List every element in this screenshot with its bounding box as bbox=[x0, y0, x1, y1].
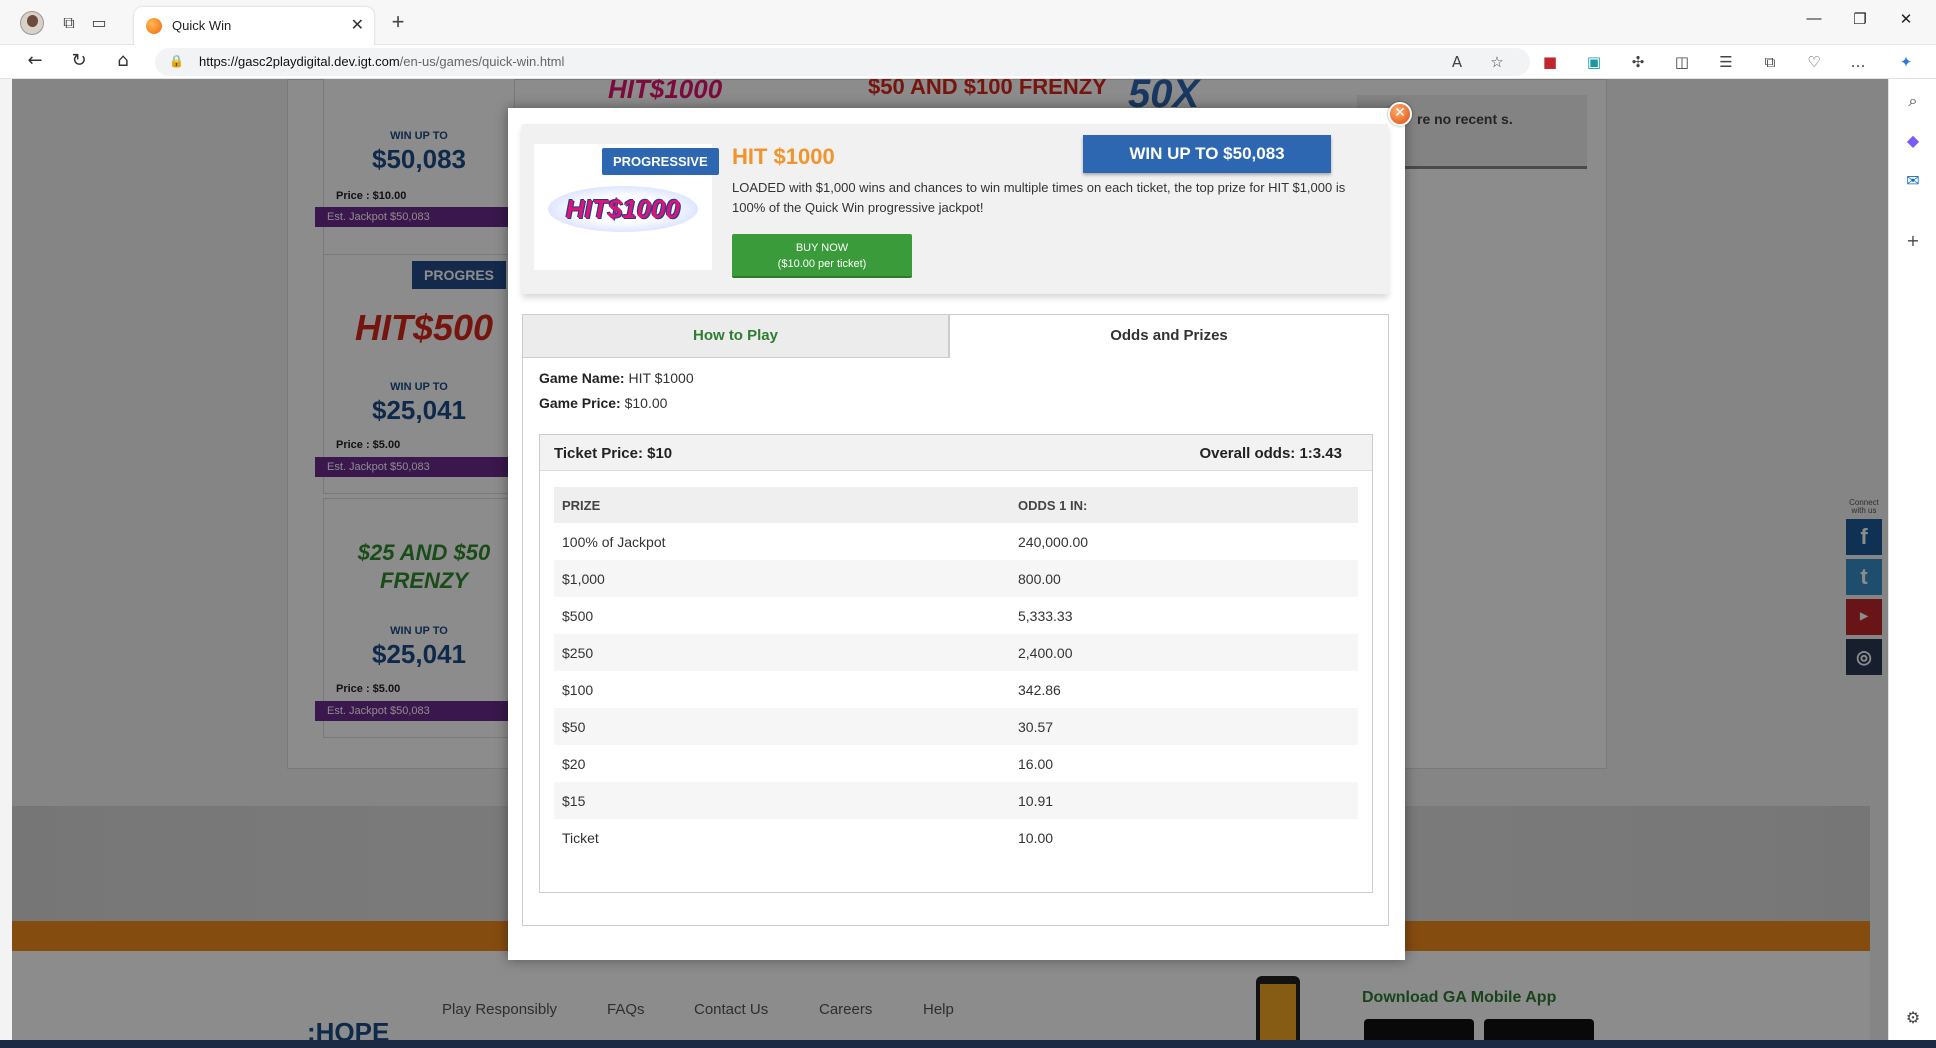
read-aloud-icon[interactable]: A bbox=[1447, 52, 1467, 72]
extension-red-icon[interactable]: ■ bbox=[1540, 52, 1560, 72]
edge-sidebar: ⌕ ◆ ✉ + ⚙ bbox=[1888, 79, 1936, 1048]
table-row: 100% of Jackpot 240,000.00 bbox=[554, 523, 1358, 560]
table-row: $500 5,333.33 bbox=[554, 597, 1358, 634]
prize-header: PRIZE bbox=[554, 487, 1010, 523]
odds-cell: 342.86 bbox=[1018, 681, 1061, 698]
ticket-price: Ticket Price: $10 bbox=[554, 445, 673, 462]
new-tab-button[interactable]: + bbox=[384, 9, 412, 35]
prize-cell: $20 bbox=[562, 755, 586, 772]
browser-essentials-icon[interactable]: ♡ bbox=[1804, 52, 1824, 72]
odds-cell: 16.00 bbox=[1018, 755, 1054, 772]
browser-tab-quick-win[interactable]: Quick Win ✕ bbox=[134, 7, 374, 45]
buy-now-label: BUY NOW bbox=[795, 242, 849, 254]
favorites-icon[interactable]: ☰ bbox=[1716, 52, 1736, 72]
home-button[interactable]: ⌂ bbox=[110, 50, 136, 71]
back-button[interactable]: ← bbox=[22, 50, 48, 71]
game-title: HIT $1000 bbox=[732, 144, 835, 169]
close-tab-icon[interactable]: ✕ bbox=[351, 15, 364, 35]
prize-cell: $50 bbox=[554, 708, 1010, 745]
sidebar-settings-icon[interactable]: ⚙ bbox=[1901, 1006, 1925, 1030]
game-name-value: HIT $1000 bbox=[628, 370, 694, 386]
vertical-tabs-icon[interactable]: ▭ bbox=[87, 11, 111, 35]
extension-teal-icon[interactable]: ▣ bbox=[1584, 52, 1604, 72]
game-name-label: Game Name: bbox=[539, 370, 625, 386]
close-window-button[interactable]: ✕ bbox=[1886, 10, 1926, 28]
game-price-value: $10.00 bbox=[624, 395, 668, 411]
split-screen-icon[interactable]: ◫ bbox=[1672, 52, 1692, 72]
add-sidebar-app-icon[interactable]: + bbox=[1901, 229, 1925, 253]
hit1000-logo: HIT$1000 bbox=[548, 186, 698, 232]
table-row: $1,000 800.00 bbox=[554, 560, 1358, 597]
table-row: $20 16.00 bbox=[554, 745, 1358, 782]
browser-titlebar: ⧉ ▭ Quick Win ✕ + — ❐ ✕ bbox=[0, 0, 1936, 45]
favorite-star-icon[interactable]: ☆ bbox=[1487, 52, 1507, 72]
table-row: $50 30.57 bbox=[554, 708, 1358, 745]
win-up-to-banner: WIN UP TO $50,083 bbox=[1083, 135, 1331, 173]
url-host: https://gasc2playdigital.dev.igt.com bbox=[199, 54, 400, 69]
odds-cell: 5,333.33 bbox=[1018, 607, 1073, 624]
odds-header-cell: ODDS 1 IN: bbox=[1010, 487, 1358, 523]
modal-tabs: How to Play Odds and Prizes bbox=[522, 314, 1389, 358]
prize-cell: $100 bbox=[562, 681, 594, 698]
odds-cell: 10.91 bbox=[1010, 782, 1358, 819]
table-row: $100 342.86 bbox=[554, 671, 1358, 708]
prize-cell: Ticket bbox=[562, 829, 599, 846]
table-row: $250 2,400.00 bbox=[554, 634, 1358, 671]
game-details-modal: HIT$1000 PROGRESSIVE HIT $1000 LOADED wi… bbox=[508, 108, 1405, 960]
site-favicon-icon bbox=[146, 18, 162, 34]
prize-cell: 100% of Jackpot bbox=[562, 533, 666, 550]
refresh-button[interactable]: ↻ bbox=[66, 50, 92, 71]
odds-cell: 30.57 bbox=[1010, 708, 1358, 745]
odds-panel: Game Name: HIT $1000 Game Price: $10.00 … bbox=[522, 358, 1389, 926]
browser-toolbar: ← ↻ ⌂ 🔒 https://gasc2playdigital.dev.igt… bbox=[0, 45, 1936, 79]
minimize-button[interactable]: — bbox=[1794, 10, 1834, 27]
search-icon[interactable]: ⌕ bbox=[1901, 89, 1925, 113]
buy-now-button[interactable]: BUY NOW ($10.00 per ticket) bbox=[732, 234, 912, 278]
extensions-puzzle-icon[interactable]: ✣ bbox=[1628, 52, 1648, 72]
tab-odds-and-prizes[interactable]: Odds and Prizes bbox=[949, 314, 1389, 358]
odds-cell: 2,400.00 bbox=[1010, 634, 1358, 671]
games-icon[interactable]: ◆ bbox=[1901, 129, 1925, 153]
prize-cell: $15 bbox=[554, 782, 1010, 819]
prize-cell: $500 bbox=[562, 607, 594, 624]
address-bar[interactable]: 🔒 https://gasc2playdigital.dev.igt.com/e… bbox=[155, 48, 1530, 76]
modal-close-icon[interactable]: ✕ bbox=[1388, 102, 1412, 126]
url-path: /en-us/games/quick-win.html bbox=[399, 54, 565, 69]
odds-box: Ticket Price: $10 Overall odds: 1:3.43 P… bbox=[539, 434, 1373, 893]
odds-table: PRIZE ODDS 1 IN: 100% of Jackpot 240,000.… bbox=[554, 487, 1358, 856]
table-header-row: PRIZE ODDS 1 IN: bbox=[554, 487, 1358, 523]
buy-now-sublabel: ($10.00 per ticket) bbox=[777, 258, 867, 270]
tab-title: Quick Win bbox=[172, 18, 232, 33]
url-text[interactable]: https://gasc2playdigital.dev.igt.com/en-… bbox=[199, 54, 564, 69]
game-header: HIT$1000 PROGRESSIVE HIT $1000 LOADED wi… bbox=[522, 124, 1388, 294]
copilot-icon[interactable]: ✦ bbox=[1896, 52, 1916, 72]
odds-header: Ticket Price: $10 Overall odds: 1:3.43 bbox=[540, 435, 1372, 471]
workspaces-icon[interactable]: ⧉ bbox=[57, 11, 81, 35]
table-row: Ticket 10.00 bbox=[554, 819, 1358, 856]
game-description: LOADED with $1,000 wins and chances to w… bbox=[732, 180, 1346, 215]
progressive-badge: PROGRESSIVE bbox=[602, 148, 719, 175]
odds-cell: 10.00 bbox=[1018, 829, 1054, 846]
odds-cell: 800.00 bbox=[1010, 560, 1358, 597]
outlook-icon[interactable]: ✉ bbox=[1901, 169, 1925, 193]
os-taskbar bbox=[0, 1040, 1936, 1048]
overall-odds: Overall odds: 1:3.43 bbox=[1199, 445, 1342, 462]
game-price-line: Game Price: $10.00 bbox=[539, 395, 667, 411]
more-menu-icon[interactable]: … bbox=[1848, 52, 1868, 72]
game-price-label: Game Price: bbox=[539, 395, 621, 411]
profile-avatar[interactable] bbox=[20, 11, 44, 35]
prize-cell: $1,000 bbox=[554, 560, 1010, 597]
game-name-line: Game Name: HIT $1000 bbox=[539, 370, 694, 386]
table-row: $15 10.91 bbox=[554, 782, 1358, 819]
collections-icon[interactable]: ⧉ bbox=[1760, 52, 1780, 72]
tab-how-to-play[interactable]: How to Play bbox=[522, 314, 949, 358]
restore-button[interactable]: ❐ bbox=[1840, 10, 1880, 28]
odds-cell: 240,000.00 bbox=[1018, 533, 1089, 550]
prize-cell: $250 bbox=[554, 634, 1010, 671]
lock-icon[interactable]: 🔒 bbox=[169, 54, 184, 68]
